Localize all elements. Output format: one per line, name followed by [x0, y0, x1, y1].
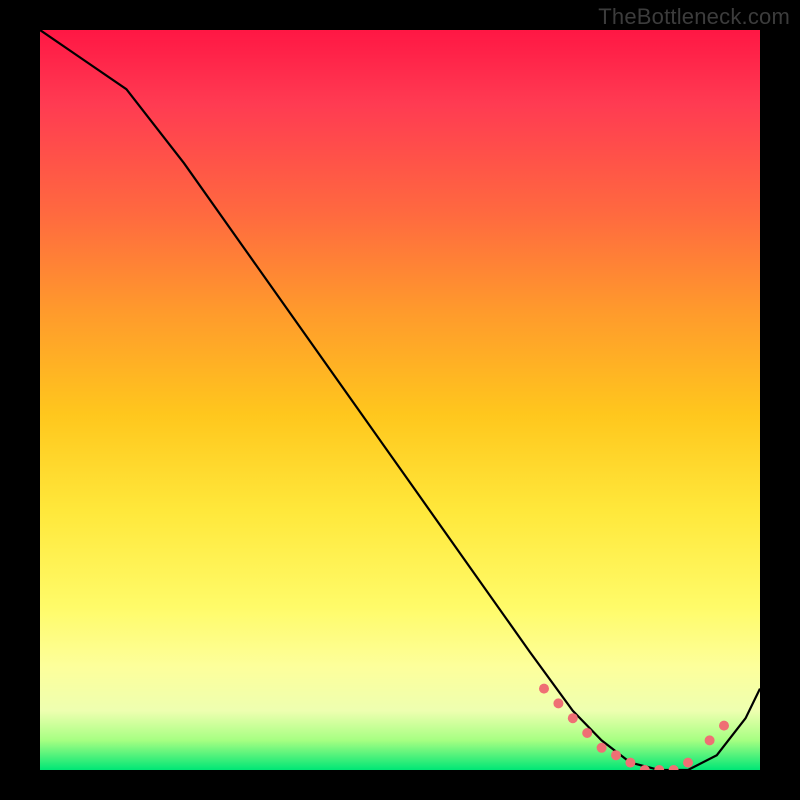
watermark-text: TheBottleneck.com	[598, 4, 790, 30]
plot-gradient-background	[40, 30, 760, 770]
chart-container: TheBottleneck.com	[0, 0, 800, 800]
